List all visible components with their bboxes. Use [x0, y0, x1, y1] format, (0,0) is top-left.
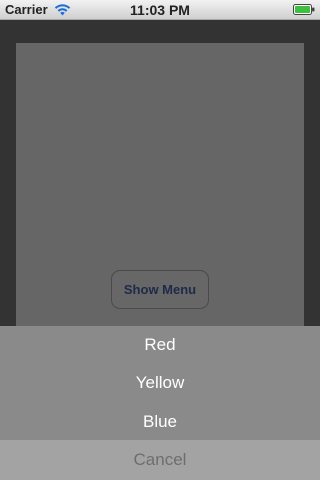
- action-option-blue[interactable]: Blue: [0, 403, 320, 441]
- cancel-button[interactable]: Cancel: [0, 440, 320, 480]
- show-menu-button[interactable]: Show Menu: [111, 270, 209, 309]
- action-sheet: Red Yellow Blue Cancel: [0, 326, 320, 480]
- app-screen: Carrier 11:03 PM Show Menu Red Yellow Bl…: [0, 0, 320, 480]
- battery-icon: [293, 4, 315, 15]
- action-option-yellow[interactable]: Yellow: [0, 364, 320, 402]
- action-option-red[interactable]: Red: [0, 326, 320, 364]
- clock: 11:03 PM: [130, 2, 190, 18]
- status-bar: Carrier 11:03 PM: [0, 0, 320, 20]
